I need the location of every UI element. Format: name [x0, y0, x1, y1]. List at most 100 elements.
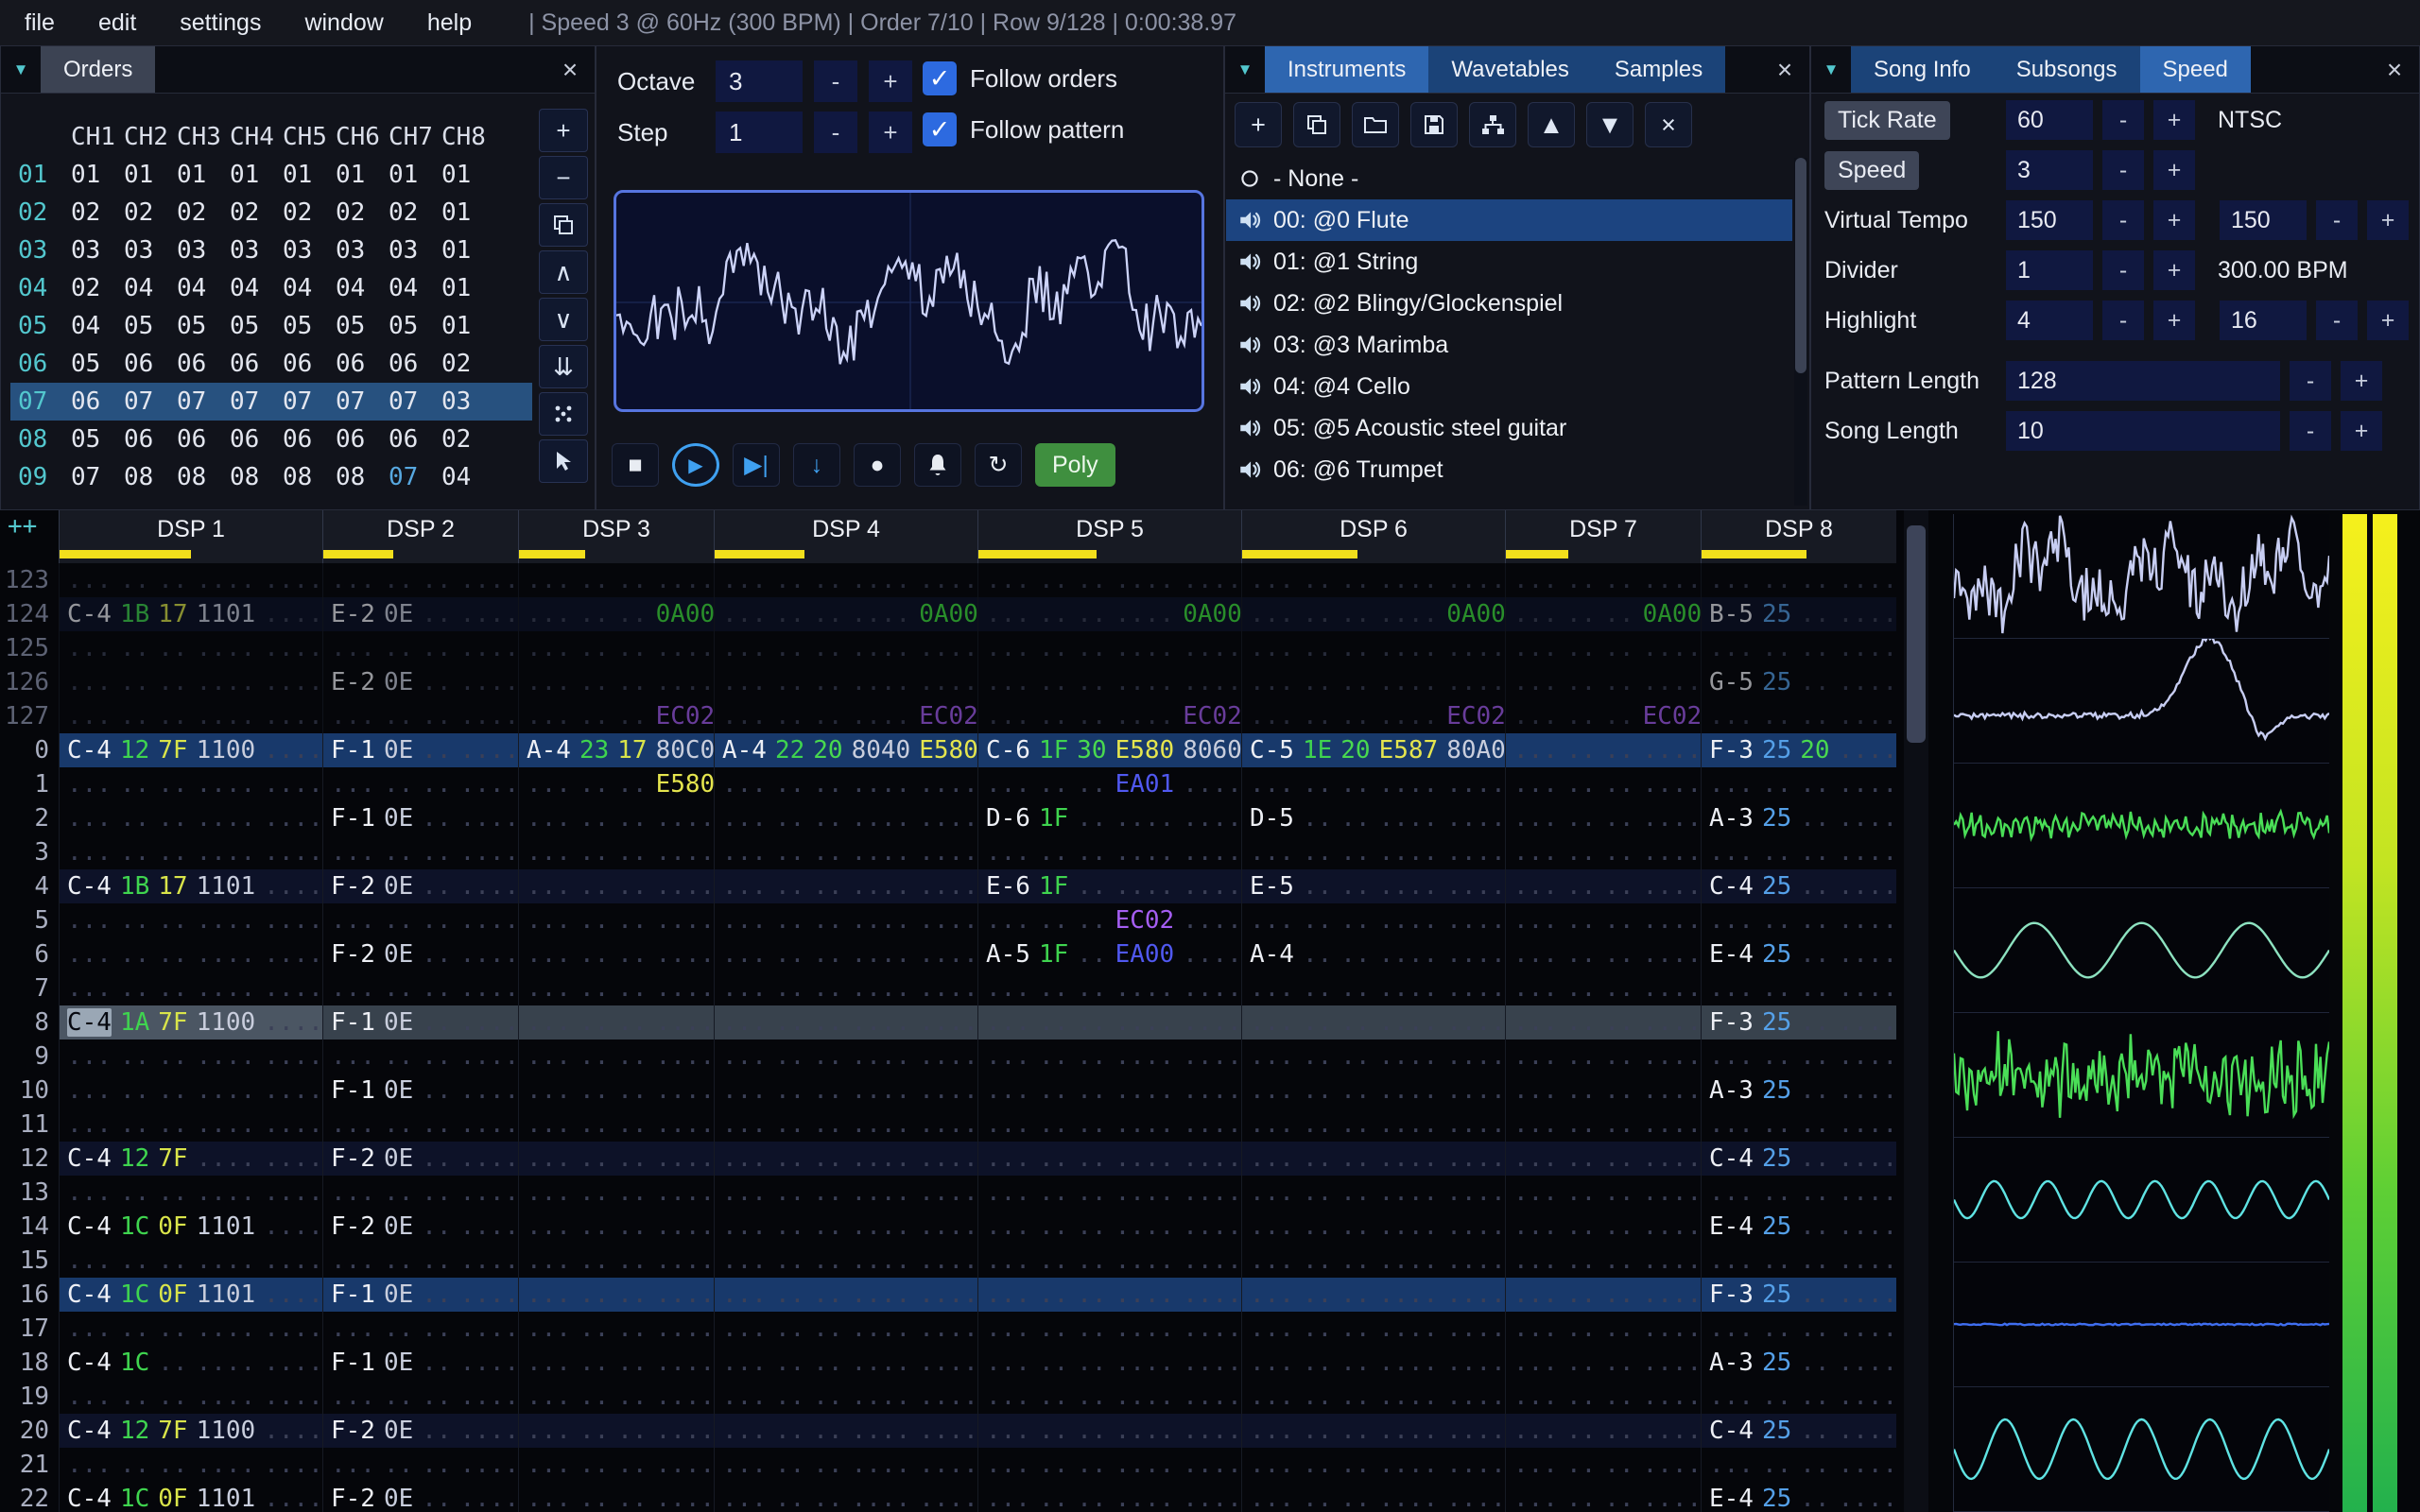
order-cell[interactable]: 01	[71, 161, 124, 189]
tab-samples[interactable]: Samples	[1591, 46, 1726, 93]
pattern-cell[interactable]: ...............	[714, 1040, 977, 1074]
pattern-cell[interactable]: ...............	[714, 937, 977, 971]
menu-item-window[interactable]: window	[304, 9, 383, 37]
order-cell[interactable]: 07	[71, 463, 124, 491]
pattern-cell[interactable]: E-6 1F..........	[977, 869, 1241, 903]
pattern-cell[interactable]: ........... 0A00	[977, 597, 1241, 631]
menu-item-edit[interactable]: edit	[98, 9, 136, 37]
pattern-cell[interactable]: C-4 25......	[1701, 869, 1896, 903]
order-cell[interactable]: 05	[71, 350, 124, 378]
pattern-cell[interactable]: ...........	[1505, 937, 1701, 971]
follow-pattern-checkbox[interactable]: ✓	[923, 112, 957, 146]
pattern-cell[interactable]: ...............	[714, 1346, 977, 1380]
scrollbar-thumb[interactable]	[1907, 525, 1926, 743]
pattern-cell[interactable]: ...............	[977, 665, 1241, 699]
order-cell[interactable]: 05	[336, 312, 389, 340]
pattern-cell[interactable]: C-4 1B 17 1101....	[59, 869, 322, 903]
tick-rate-input[interactable]: 60	[2006, 100, 2093, 140]
order-row[interactable]: 06 05 06 06 06 06 06 06 02	[10, 345, 532, 383]
order-cell[interactable]: 01	[441, 198, 494, 227]
pattern-cell[interactable]: ...........	[518, 835, 714, 869]
pattern-cell[interactable]: A-3 25......	[1701, 801, 1896, 835]
pattern-cell[interactable]: C-4 1B 17 1101....	[59, 597, 322, 631]
pattern-cell[interactable]: ...............	[1241, 1176, 1505, 1210]
pattern-cell[interactable]: ...............	[977, 1482, 1241, 1512]
pattern-cell[interactable]: ...............	[1241, 1346, 1505, 1380]
pattern-cell[interactable]: ...............	[714, 1448, 977, 1482]
pattern-cell[interactable]: F-1 0E......	[322, 1346, 518, 1380]
song-length-decrease-button[interactable]: -	[2290, 411, 2331, 451]
pattern-cell[interactable]: ...............	[714, 1005, 977, 1040]
pattern-cell[interactable]: ...............	[977, 1040, 1241, 1074]
song-length-input[interactable]: 10	[2006, 411, 2280, 451]
save-instrument-button[interactable]	[1410, 102, 1458, 147]
record-button[interactable]: ●	[854, 443, 901, 487]
pattern-cell[interactable]: ...............	[59, 1074, 322, 1108]
open-instrument-button[interactable]	[1352, 102, 1399, 147]
pattern-cell[interactable]: ...........	[322, 835, 518, 869]
pattern-cell[interactable]: ...............	[714, 1108, 977, 1142]
pattern-cell[interactable]: ...............	[59, 1380, 322, 1414]
pattern-cell[interactable]: ...........	[1701, 1448, 1896, 1482]
pattern-cell[interactable]: ........... 0A00	[714, 597, 977, 631]
window-menu-icon[interactable]: ▼	[1225, 46, 1265, 93]
pattern-cell[interactable]: ...........	[518, 1312, 714, 1346]
order-row[interactable]: 03 03 03 03 03 03 03 03 01	[10, 232, 532, 269]
order-cell[interactable]: 07	[389, 387, 441, 416]
order-cell[interactable]: 06	[230, 425, 283, 454]
pattern-cell[interactable]: ...........	[518, 1040, 714, 1074]
virtual-tempo-denominator-input[interactable]: 150	[2220, 200, 2307, 240]
pattern-cell[interactable]: ...............	[977, 1108, 1241, 1142]
order-cell[interactable]: 01	[230, 161, 283, 189]
pattern-cell[interactable]: ...............	[977, 1142, 1241, 1176]
pattern-cell[interactable]: ...........	[1701, 767, 1896, 801]
pattern-cell[interactable]: ...........	[518, 1380, 714, 1414]
pattern-cell[interactable]: ...............	[977, 1278, 1241, 1312]
add-order-button[interactable]: +	[539, 109, 588, 152]
order-cell[interactable]: 05	[71, 425, 124, 454]
pattern-cell[interactable]: F-3 25 20....	[1701, 733, 1896, 767]
pattern-cell[interactable]: ...........	[1505, 801, 1701, 835]
pattern-cell[interactable]: ...............	[977, 1244, 1241, 1278]
metronome-button[interactable]	[914, 443, 961, 487]
order-row[interactable]: 05 04 05 05 05 05 05 05 01	[10, 307, 532, 345]
pattern-cell[interactable]: ...............	[977, 631, 1241, 665]
pattern-cell[interactable]: ...........	[1505, 1278, 1701, 1312]
pattern-cell[interactable]: ...........	[518, 631, 714, 665]
pattern-cell[interactable]: ...............	[1241, 1210, 1505, 1244]
pattern-cell[interactable]: ...............	[977, 1346, 1241, 1380]
pattern-cell[interactable]: ...........	[1505, 665, 1701, 699]
order-cell[interactable]: 04	[283, 274, 336, 302]
pattern-cell[interactable]: ....... EC02	[1505, 699, 1701, 733]
pattern-cell[interactable]: F-2 0E......	[322, 869, 518, 903]
pattern-cell[interactable]: C-4 1C 0F 1101....	[59, 1210, 322, 1244]
pattern-cell[interactable]: C-4 25......	[1701, 1142, 1896, 1176]
highlight-first-decrease-button[interactable]: -	[2102, 301, 2144, 340]
pattern-cell[interactable]: C-4 1C 0F 1101....	[59, 1482, 322, 1512]
order-cell[interactable]: 05	[124, 312, 177, 340]
pattern-cell[interactable]: ...........	[322, 1448, 518, 1482]
virtual-tempo-den-increase-button[interactable]: +	[2367, 200, 2409, 240]
pattern-cell[interactable]: ...............	[1241, 563, 1505, 597]
instrument-item[interactable]: 04: @4 Cello	[1226, 366, 1792, 407]
pattern-cell[interactable]: ...........	[1505, 1176, 1701, 1210]
pattern-cell[interactable]: A-3 25......	[1701, 1074, 1896, 1108]
order-cell[interactable]: 06	[71, 387, 124, 416]
pattern-length-input[interactable]: 128	[2006, 361, 2280, 401]
pattern-cell[interactable]: ...........	[518, 1074, 714, 1108]
order-cell[interactable]: 02	[441, 350, 494, 378]
order-cell[interactable]: 08	[230, 463, 283, 491]
pattern-cell[interactable]: D-6 1F..........	[977, 801, 1241, 835]
speed-increase-button[interactable]: +	[2153, 150, 2195, 190]
pattern-cell[interactable]: ...........	[1505, 1040, 1701, 1074]
pattern-cell[interactable]: ...............	[714, 801, 977, 835]
pattern-cell[interactable]: F-3 25......	[1701, 1278, 1896, 1312]
pattern-cell[interactable]: C-4 12 7F........	[59, 1142, 322, 1176]
pattern-cell[interactable]: ...........	[1701, 1040, 1896, 1074]
duplicate-order-end-button[interactable]: ⇊	[539, 345, 588, 388]
tick-rate-increase-button[interactable]: +	[2153, 100, 2195, 140]
pattern-cell[interactable]: F-2 0E......	[322, 1482, 518, 1512]
pattern-cell[interactable]: C-6 1F 30 E580 8060	[977, 733, 1241, 767]
order-cell[interactable]: 03	[230, 236, 283, 265]
pattern-cell[interactable]: ...............	[59, 1448, 322, 1482]
